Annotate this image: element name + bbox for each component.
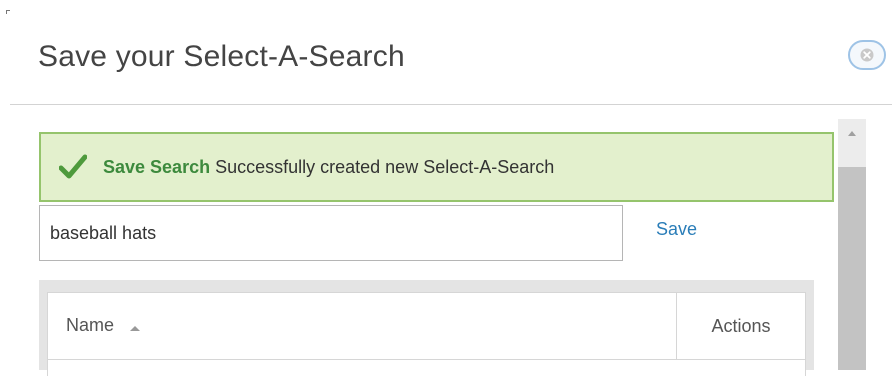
dialog-content: Save Search Successfully created new Sel… (0, 105, 892, 370)
scrollbar-thumb[interactable] (838, 167, 866, 370)
alert-text: Save Search Successfully created new Sel… (103, 157, 554, 178)
close-icon (860, 48, 874, 62)
scroll-up-button[interactable] (838, 119, 866, 147)
scroll-up-arrow-icon (847, 124, 857, 142)
table-cell (677, 360, 806, 376)
saved-searches-table-container: Name Actions (39, 280, 814, 370)
column-header-name-label: Name (66, 315, 114, 335)
table-header-row: Name Actions (48, 293, 806, 360)
column-header-name[interactable]: Name (48, 293, 677, 360)
save-link[interactable]: Save (656, 219, 697, 240)
table-cell (48, 360, 677, 376)
alert-title: Save Search (103, 157, 210, 177)
column-header-actions: Actions (677, 293, 806, 360)
close-button[interactable] (848, 40, 886, 70)
alert-message: Successfully created new Select-A-Search (215, 157, 554, 177)
sort-ascending-icon (129, 316, 141, 337)
dialog-title: Save your Select-A-Search (38, 40, 405, 74)
dialog-header: Save your Select-A-Search (10, 0, 892, 105)
table-row (48, 360, 806, 376)
vertical-scrollbar[interactable] (838, 119, 866, 370)
saved-searches-table: Name Actions (47, 292, 806, 376)
checkmark-icon (59, 153, 87, 181)
save-search-dialog: Save your Select-A-Search Save Search Su… (0, 0, 892, 370)
success-alert: Save Search Successfully created new Sel… (39, 132, 834, 202)
search-name-input[interactable] (39, 205, 623, 261)
